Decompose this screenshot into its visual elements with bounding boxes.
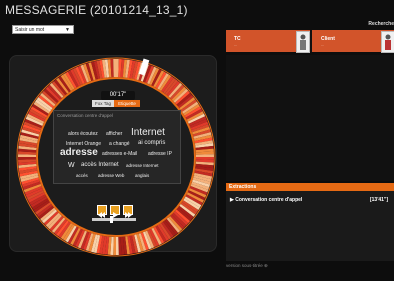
search-label[interactable]: Recherche xyxy=(368,21,394,27)
cloud-word[interactable]: adresse Internet xyxy=(126,163,159,168)
player-controls xyxy=(97,205,133,218)
cloud-word[interactable]: adresse Web xyxy=(98,173,124,178)
cloud-word[interactable]: accés xyxy=(76,173,88,178)
conversation-item-label: Conversation centre d'appel xyxy=(235,197,303,203)
extractions-header: Extractions xyxy=(226,183,394,191)
chevron-down-icon: ▼ xyxy=(65,27,70,33)
cloud-word[interactable]: anglais xyxy=(135,173,149,178)
conversation-list: ▶ Conversation centre d'appel [13'41"] xyxy=(226,191,394,261)
speaker-client-sub: ... xyxy=(321,42,325,47)
cloud-word[interactable]: adresses e-Mail xyxy=(102,151,137,157)
play-icon: ▶ xyxy=(230,197,234,203)
client-avatar xyxy=(381,31,394,53)
forward-button[interactable] xyxy=(123,205,133,218)
person-icon xyxy=(385,34,391,50)
cloud-word[interactable]: Internet xyxy=(131,127,165,138)
conversation-item[interactable]: ▶ Conversation centre d'appel xyxy=(230,197,302,203)
cloud-word[interactable]: afficher xyxy=(106,131,122,137)
cloud-word[interactable]: accès Internet xyxy=(81,162,119,168)
tc-avatar xyxy=(296,31,310,53)
cloud-word[interactable]: adresse xyxy=(60,147,98,158)
conversation-duration: [13'41"] xyxy=(369,197,388,203)
speaker-divider xyxy=(310,30,312,52)
play-button[interactable] xyxy=(110,205,120,218)
playback-time: 00'17" xyxy=(101,91,135,100)
media-area xyxy=(226,55,394,181)
cloud-word[interactable]: a changé xyxy=(109,141,130,147)
word-cloud-title: Conversation centre d'appel xyxy=(57,113,113,118)
cloud-word[interactable]: alors écoutez xyxy=(68,131,98,137)
speaker-bar: TC ... Client ... xyxy=(226,30,394,53)
volume-slider[interactable] xyxy=(92,216,136,223)
subtitle-link[interactable]: version sous-titrée ⊕ xyxy=(226,263,268,269)
tab-etiquette[interactable]: Etiquette xyxy=(114,100,140,107)
cloud-word[interactable]: W xyxy=(68,162,75,169)
speaker-tc-sub: ... xyxy=(234,42,238,47)
person-icon xyxy=(300,34,306,50)
page-title: MESSAGERIE (20101214_13_1) xyxy=(5,3,188,17)
cloud-word[interactable]: ai compris xyxy=(138,140,165,146)
rewind-button[interactable] xyxy=(97,205,107,218)
word-select-value: Saisir un mot xyxy=(15,27,45,33)
word-cloud: Conversation centre d'appel alors écoute… xyxy=(53,110,181,184)
volume-knob[interactable] xyxy=(110,216,113,223)
word-select[interactable]: Saisir un mot ▼ xyxy=(12,25,74,34)
tab-fox-tag[interactable]: Fox Tag xyxy=(92,100,114,107)
cloud-word[interactable]: adresse IP xyxy=(148,151,172,157)
